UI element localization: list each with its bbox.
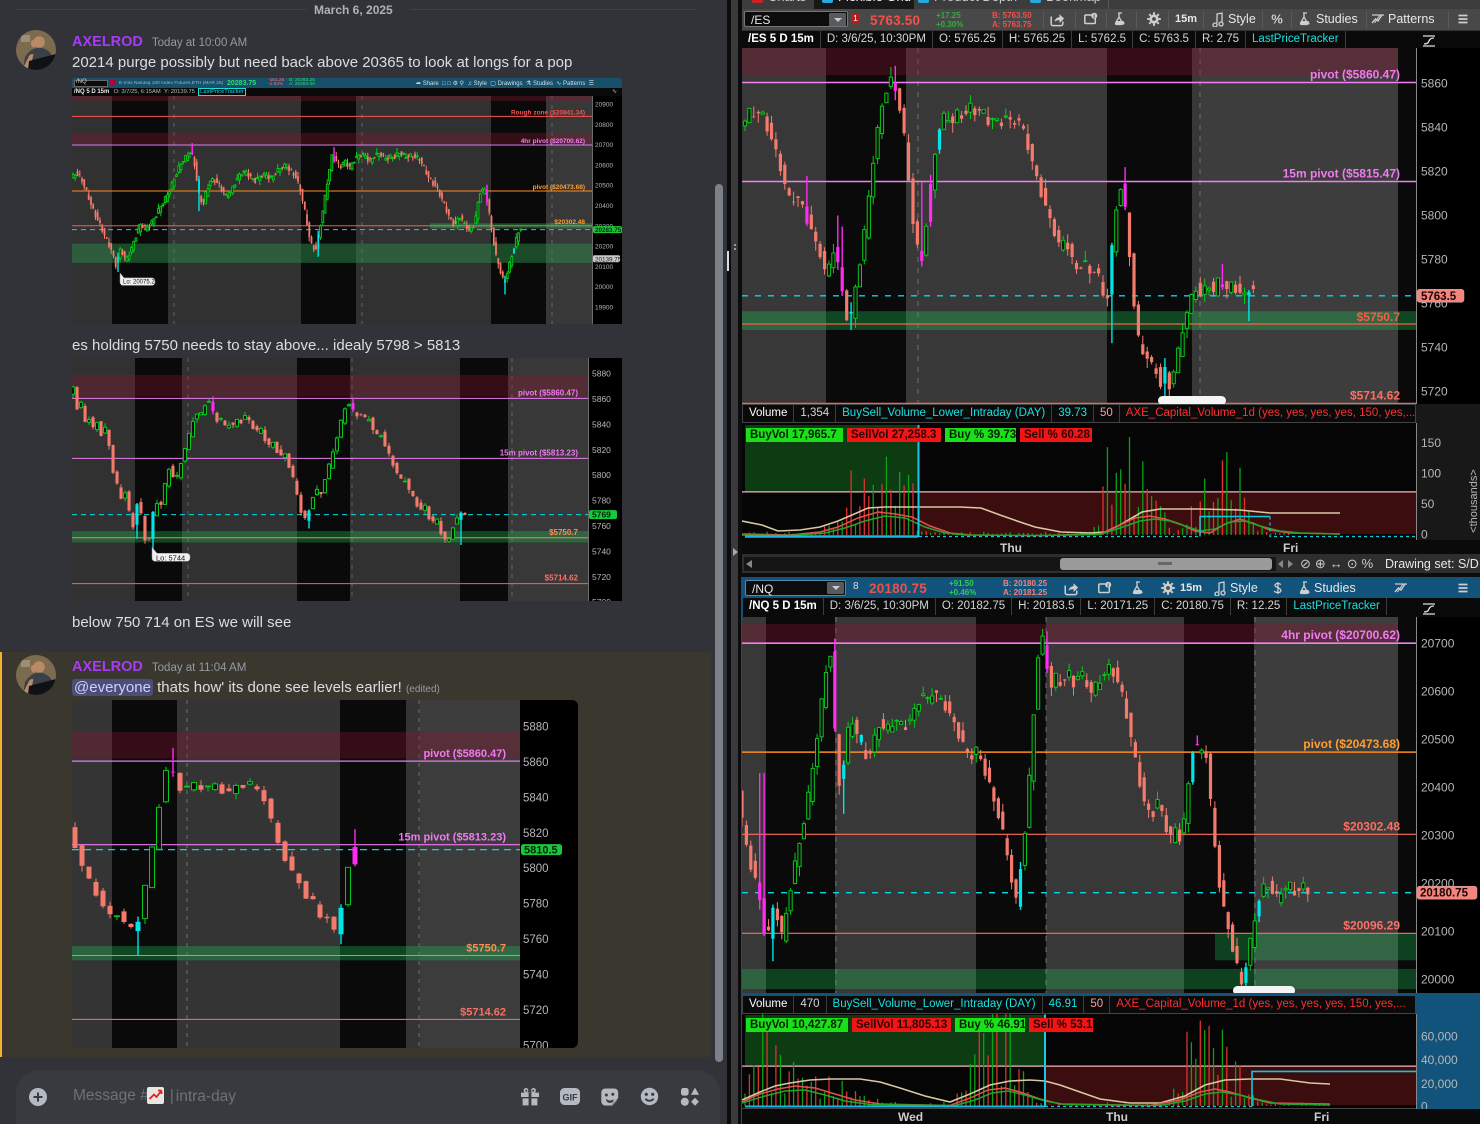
svg-text:60,000: 60,000 (1421, 1030, 1458, 1044)
svg-text:15m pivot ($5813.23): 15m pivot ($5813.23) (398, 832, 506, 844)
svg-text:$5750.7: $5750.7 (1357, 310, 1401, 324)
svg-text:20180.75: 20180.75 (1420, 888, 1469, 900)
svg-text:5769: 5769 (592, 510, 611, 520)
svg-text:0: 0 (1421, 527, 1428, 540)
svg-text:20200: 20200 (595, 244, 613, 251)
svg-text:%: % (1271, 12, 1283, 27)
svg-text:5840: 5840 (592, 419, 611, 429)
svg-text:40,000: 40,000 (1421, 1053, 1458, 1067)
svg-text:5820: 5820 (592, 445, 611, 455)
svg-text:5700: 5700 (592, 597, 611, 601)
svg-text:pivot ($5860.47): pivot ($5860.47) (1310, 68, 1400, 82)
svg-text:20400: 20400 (595, 203, 613, 210)
svg-text:$20302.48: $20302.48 (554, 219, 585, 226)
svg-text:pivot ($20473.68): pivot ($20473.68) (1303, 737, 1400, 751)
svg-text:5810.5: 5810.5 (524, 845, 558, 857)
svg-text:5780: 5780 (523, 899, 549, 911)
svg-text:5740: 5740 (1421, 341, 1448, 355)
svg-text:5780: 5780 (592, 496, 611, 506)
svg-text:5720: 5720 (523, 1005, 549, 1017)
svg-text:20400: 20400 (1421, 781, 1455, 795)
svg-text:4hr pivot ($20700.62): 4hr pivot ($20700.62) (521, 138, 585, 145)
svg-text:20100: 20100 (1421, 925, 1455, 939)
svg-text:20500: 20500 (595, 183, 613, 190)
svg-text:20000: 20000 (595, 284, 613, 291)
svg-text:5880: 5880 (523, 722, 549, 734)
svg-text:GIF: GIF (563, 1093, 579, 1103)
svg-text:5860: 5860 (523, 757, 549, 769)
svg-text:pivot ($5860.47): pivot ($5860.47) (518, 388, 578, 397)
svg-text:5820: 5820 (1421, 165, 1448, 179)
svg-text:5800: 5800 (592, 470, 611, 480)
svg-text:20700: 20700 (595, 142, 613, 149)
svg-text:$5714.62: $5714.62 (545, 574, 579, 583)
svg-text:20139.75: 20139.75 (595, 256, 622, 263)
svg-text:50: 50 (1421, 497, 1435, 511)
svg-text:5780: 5780 (1421, 253, 1448, 267)
svg-text:5860: 5860 (1421, 77, 1448, 91)
svg-text:pivot ($5860.47): pivot ($5860.47) (423, 748, 506, 760)
svg-text:Lo: 5744: Lo: 5744 (156, 553, 185, 562)
svg-text:20300: 20300 (1421, 829, 1455, 843)
svg-text:5800: 5800 (523, 863, 549, 875)
svg-text:5720: 5720 (592, 572, 611, 582)
svg-text:<thousands>: <thousands> (1468, 469, 1480, 533)
svg-text:5840: 5840 (523, 792, 549, 804)
svg-text:$5714.62: $5714.62 (460, 1006, 506, 1018)
svg-text:5800: 5800 (1421, 209, 1448, 223)
svg-text:$20302.48: $20302.48 (1343, 819, 1400, 833)
svg-text:19900: 19900 (595, 305, 613, 312)
svg-text:5840: 5840 (1421, 121, 1448, 135)
svg-text:$5750.7: $5750.7 (466, 943, 506, 955)
svg-text:15m pivot ($5815.47): 15m pivot ($5815.47) (1283, 167, 1400, 181)
svg-text:100: 100 (1421, 467, 1441, 481)
svg-text:20100: 20100 (595, 264, 613, 271)
svg-text:20600: 20600 (1421, 685, 1455, 699)
svg-text:5763.5: 5763.5 (1421, 291, 1457, 303)
svg-text:$20096.29: $20096.29 (1343, 918, 1400, 932)
svg-text:5860: 5860 (592, 394, 611, 404)
svg-text:Lo: 20075.25: Lo: 20075.25 (123, 279, 159, 285)
svg-text:5760: 5760 (523, 934, 549, 946)
svg-text:20283.75: 20283.75 (595, 227, 622, 234)
svg-text:5700: 5700 (523, 1040, 549, 1048)
svg-text:5820: 5820 (523, 828, 549, 840)
svg-text:5740: 5740 (592, 546, 611, 556)
svg-text:5760: 5760 (592, 521, 611, 531)
svg-text:5740: 5740 (523, 969, 549, 981)
svg-text:4hr pivot ($20700.62): 4hr pivot ($20700.62) (1281, 628, 1400, 642)
svg-text:$5714.62: $5714.62 (1350, 388, 1400, 402)
svg-text:pivot ($20473.68): pivot ($20473.68) (533, 184, 585, 191)
svg-text:20500: 20500 (1421, 733, 1455, 747)
svg-text:20600: 20600 (595, 162, 613, 169)
svg-text:20700: 20700 (1421, 637, 1455, 651)
svg-text:Rough zone ($20841.34): Rough zone ($20841.34) (511, 109, 585, 116)
svg-text:20000: 20000 (1421, 973, 1455, 987)
svg-text:$5750.7: $5750.7 (549, 528, 578, 537)
svg-text:20900: 20900 (595, 102, 613, 109)
svg-text:20,000: 20,000 (1421, 1077, 1458, 1091)
svg-text:5720: 5720 (1421, 385, 1448, 399)
svg-text:15m pivot ($5813.23): 15m pivot ($5813.23) (500, 448, 579, 457)
svg-text:20800: 20800 (595, 122, 613, 129)
svg-text:5880: 5880 (592, 369, 611, 379)
svg-text:150: 150 (1421, 436, 1441, 450)
